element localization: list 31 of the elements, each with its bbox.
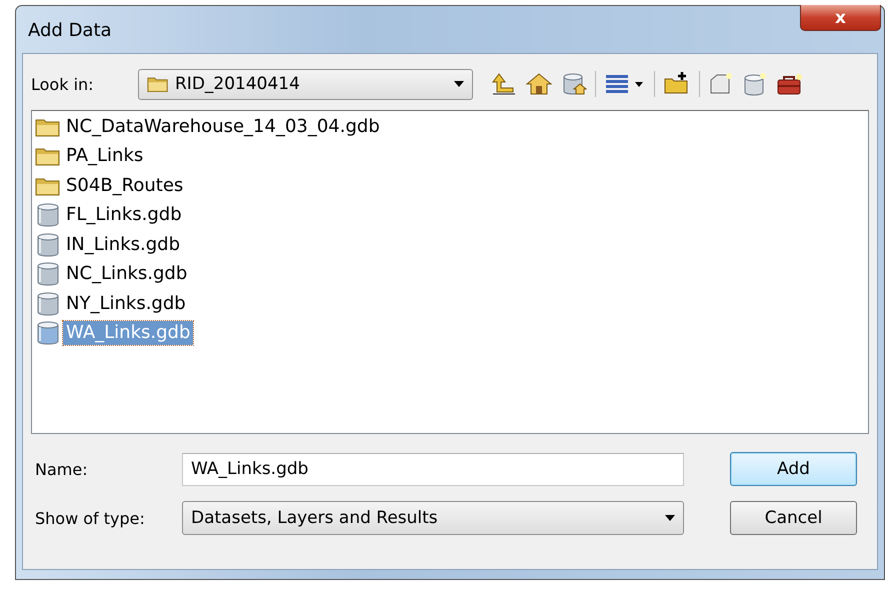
database-icon [35,232,61,257]
file-name[interactable]: NC_DataWarehouse_14_03_04.gdb [63,114,383,139]
file-name[interactable]: NC_Links.gdb [63,262,190,286]
window-title: Add Data [28,20,112,41]
look-in-label: Look in: [31,74,95,94]
type-dropdown[interactable]: Datasets, Layers and Results [182,501,684,535]
file-name[interactable]: FL_Links.gdb [63,203,185,228]
database-icon [35,321,61,346]
look-in-dropdown[interactable]: RID_20140414 [138,68,473,100]
database-icon [35,292,61,316]
type-label: Show of type: [35,508,146,528]
up-level-icon[interactable] [491,72,517,96]
file-name[interactable]: PA_Links [63,144,146,168]
dropdown-caret-icon [665,515,675,521]
name-field[interactable]: WA_Links.gdb [182,452,684,486]
add-button[interactable]: Add [730,452,857,486]
file-name[interactable]: NY_Links.gdb [63,292,189,316]
dropdown-caret-icon [454,81,464,87]
database-icon [35,262,61,286]
list-view-icon[interactable] [604,72,646,96]
name-label: Name: [35,460,89,478]
close-button[interactable]: x [800,5,881,31]
file-name[interactable]: IN_Links.gdb [63,232,184,257]
file-name[interactable]: S04B_Routes [63,174,186,198]
cancel-button[interactable]: Cancel [730,501,857,535]
toolbox-icon[interactable] [776,72,804,96]
database-icon [35,203,61,228]
database-home-icon[interactable] [561,72,587,96]
home-icon[interactable] [525,72,553,96]
new-database-icon[interactable] [742,72,768,96]
new-file-icon[interactable] [708,72,734,96]
